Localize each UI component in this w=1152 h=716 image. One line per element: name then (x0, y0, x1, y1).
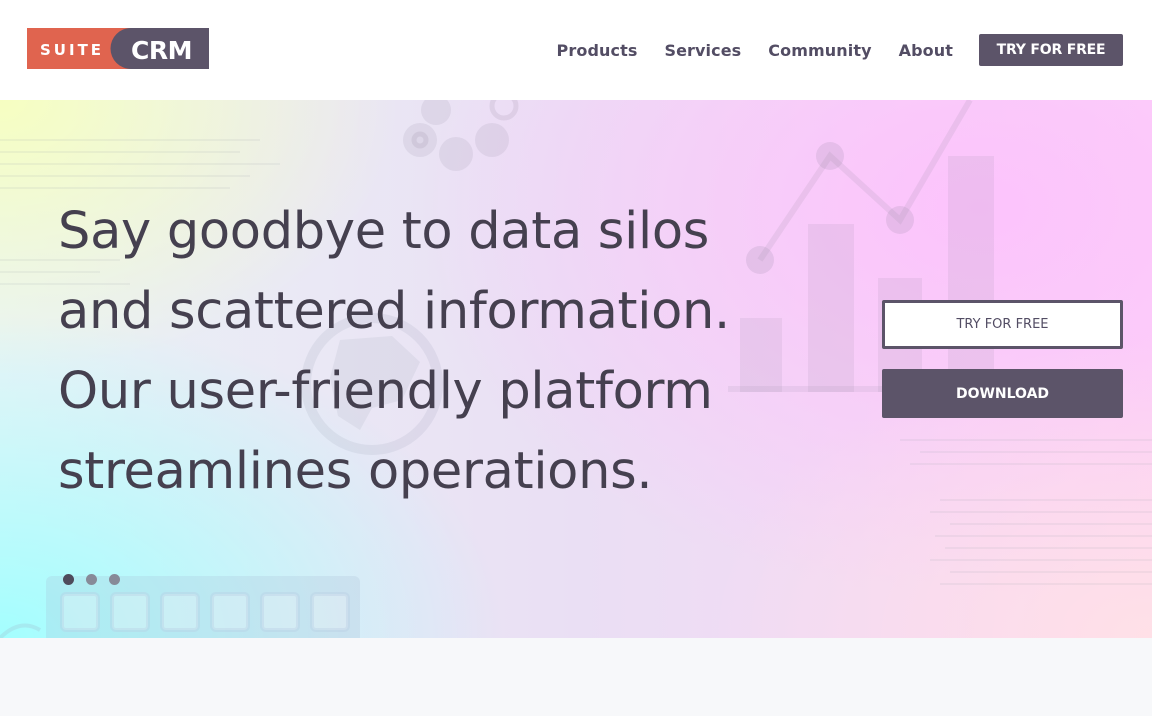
logo-text-suite: SUITE (40, 41, 104, 59)
site-header: SUITE CRM Products Services Community Ab… (0, 0, 1152, 100)
hero-headline-line: Our user-friendly platform (58, 362, 713, 421)
hero-headline-line: and scattered information. (58, 282, 730, 341)
nav-link-community[interactable]: Community (768, 41, 871, 60)
carousel-dot-2[interactable] (86, 574, 97, 585)
suitecrm-logo[interactable]: SUITE CRM (27, 28, 209, 69)
nav-link-services[interactable]: Services (664, 41, 741, 60)
nav-link-about[interactable]: About (899, 41, 953, 60)
hero-headline-line: Say goodbye to data silos (58, 202, 709, 261)
header-try-free-button[interactable]: TRY FOR FREE (979, 34, 1123, 66)
background-stripes-right (900, 439, 1152, 585)
background-line-chart (757, 100, 973, 262)
hero-try-free-button[interactable]: TRY FOR FREE (882, 300, 1123, 349)
carousel-dot-3[interactable] (109, 574, 120, 585)
main-nav: Products Services Community About TRY FO… (557, 34, 1123, 66)
carousel-dots (63, 574, 132, 585)
nav-link-products[interactable]: Products (557, 41, 638, 60)
hero-download-button[interactable]: DOWNLOAD (882, 369, 1123, 418)
hero-headline: Say goodbye to data silos and scattered … (58, 192, 778, 512)
hero-headline-line: streamlines operations. (58, 442, 653, 501)
content-section-below-hero (0, 638, 1152, 716)
carousel-dot-1[interactable] (63, 574, 74, 585)
hero-section: Say goodbye to data silos and scattered … (0, 100, 1152, 638)
logo-text-crm: CRM (131, 36, 192, 65)
